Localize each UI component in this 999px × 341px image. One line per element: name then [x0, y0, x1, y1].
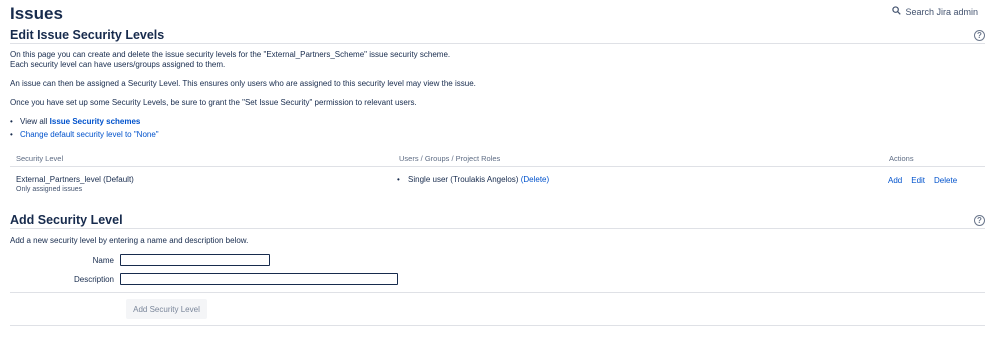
- security-level-name: External_Partners_level (Default): [16, 175, 134, 184]
- permission-reminder: Once you have set up some Security Level…: [10, 98, 417, 107]
- col-header-security-level: Security Level: [16, 154, 64, 163]
- view-all-prefix: View all: [20, 117, 50, 126]
- description-label: Description: [73, 274, 114, 284]
- col-header-actions: Actions: [889, 154, 914, 163]
- search-jira-admin-button[interactable]: Search Jira admin: [892, 6, 978, 17]
- add-section-header: Add Security Level ?: [10, 213, 985, 229]
- col-header-members: Users / Groups / Project Roles: [399, 154, 501, 163]
- edit-action-link[interactable]: Edit: [911, 176, 925, 185]
- intro-line-2: Each security level can have users/group…: [10, 60, 226, 69]
- security-level-explanation: An issue can then be assigned a Security…: [10, 79, 476, 88]
- description-form-row: Description: [10, 273, 398, 285]
- delete-action-link[interactable]: Delete: [934, 176, 957, 185]
- view-all-schemes-item: View all Issue Security schemes: [10, 115, 159, 128]
- security-level-description: Only assigned issues: [16, 186, 83, 193]
- issue-security-schemes-link[interactable]: Issue Security schemes: [50, 117, 141, 126]
- description-input[interactable]: [120, 273, 398, 285]
- page-title: Issues: [10, 4, 63, 23]
- member-entry: Single user (Troulakis Angelos) (Delete): [397, 175, 549, 184]
- search-icon: [892, 6, 902, 17]
- delete-member-link[interactable]: (Delete): [521, 175, 549, 184]
- form-bottom-divider: [10, 325, 985, 326]
- add-action-link[interactable]: Add: [888, 176, 902, 185]
- name-form-row: Name: [10, 254, 270, 266]
- intro-line-1: On this page you can create and delete t…: [10, 50, 451, 59]
- name-label: Name: [92, 255, 114, 265]
- name-input[interactable]: [120, 254, 270, 266]
- add-security-level-button[interactable]: Add Security Level: [126, 299, 207, 319]
- table-row: External_Partners_level (Default) Only a…: [10, 172, 985, 196]
- change-default-item: Change default security level to "None": [10, 128, 159, 141]
- form-divider: [10, 292, 985, 293]
- change-default-level-link[interactable]: Change default security level to "None": [20, 130, 159, 139]
- add-section-intro: Add a new security level by entering a n…: [10, 236, 249, 245]
- add-section-title: Add Security Level: [10, 213, 123, 227]
- scheme-links-list: View all Issue Security schemes Change d…: [10, 115, 159, 141]
- member-name: Single user (Troulakis Angelos): [408, 175, 519, 184]
- help-icon[interactable]: ?: [974, 214, 985, 226]
- edit-section-title: Edit Issue Security Levels: [10, 28, 165, 42]
- security-levels-table-header: Security Level Users / Groups / Project …: [10, 153, 985, 167]
- edit-section-header: Edit Issue Security Levels ?: [10, 28, 985, 44]
- help-icon[interactable]: ?: [974, 29, 985, 41]
- row-actions: Add Edit Delete: [888, 176, 957, 185]
- intro-text: On this page you can create and delete t…: [10, 50, 450, 70]
- search-jira-admin-label: Search Jira admin: [905, 6, 978, 17]
